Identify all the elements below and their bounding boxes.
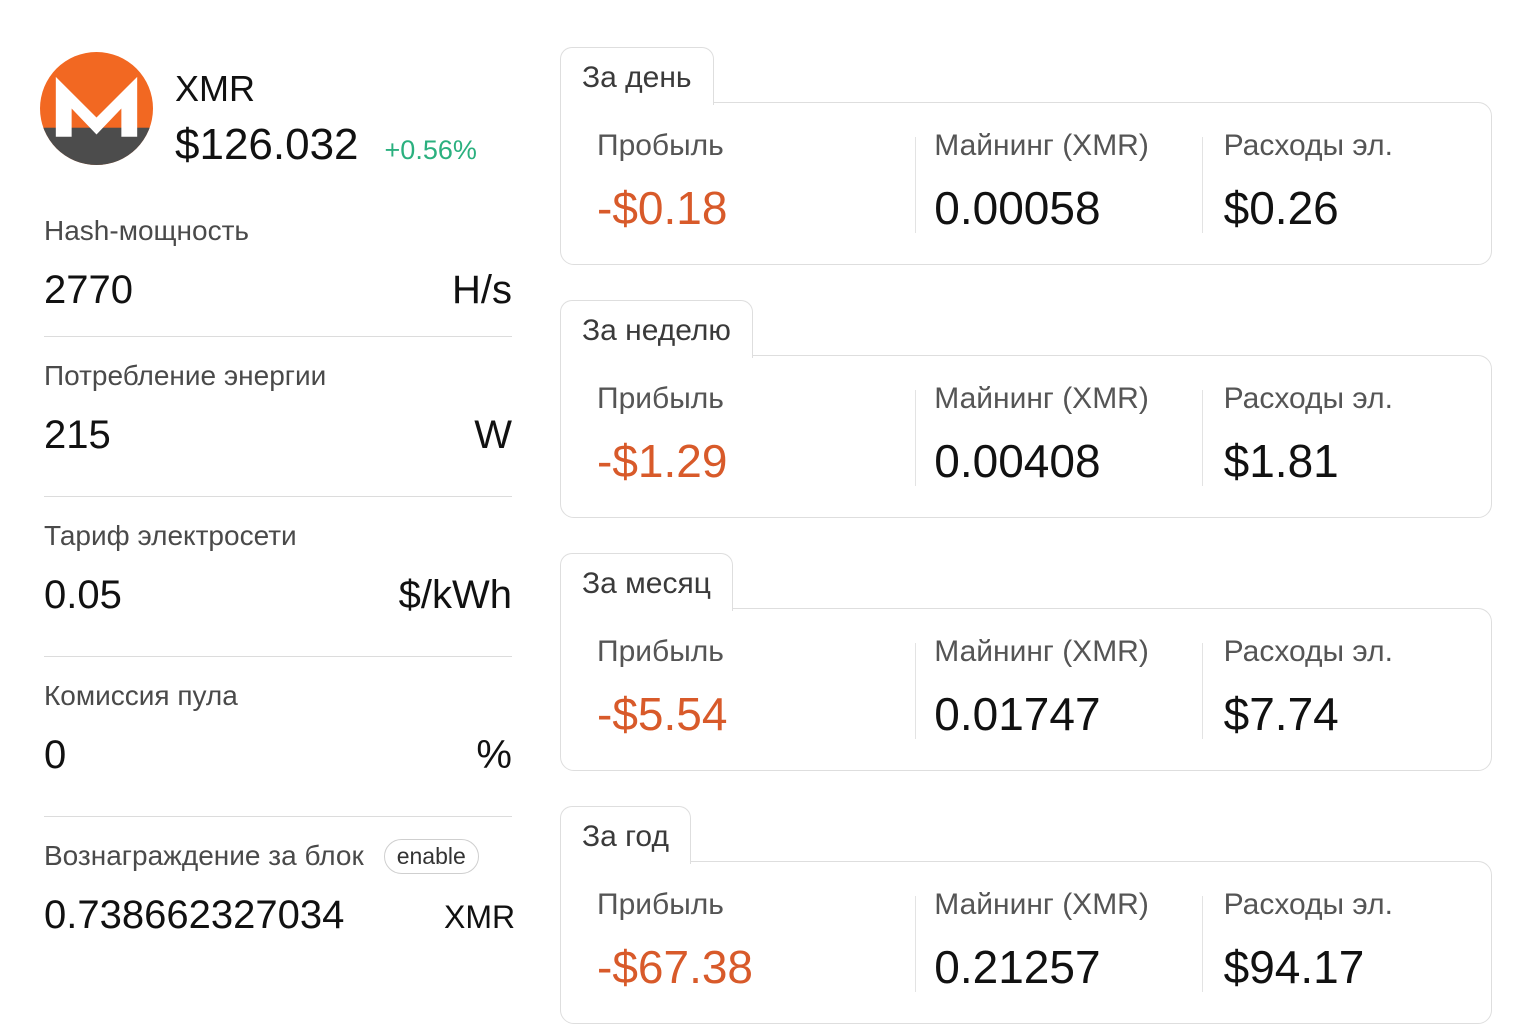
monero-logo-icon xyxy=(40,52,153,165)
electricity-cost-value: $1.81 xyxy=(1223,435,1339,487)
power-consumption-unit: W xyxy=(474,413,512,457)
mining-label: Майнинг (XMR) xyxy=(934,382,1149,415)
period-year: За год Прибыль -$67.38 Майнинг (XMR) 0.2… xyxy=(560,806,1492,1024)
block-reward-unit: XMR xyxy=(444,899,516,935)
power-consumption-input[interactable] xyxy=(44,413,384,458)
electricity-cost-value: $0.26 xyxy=(1223,182,1339,234)
mining-label: Майнинг (XMR) xyxy=(934,635,1149,668)
electricity-cost-metric: Расходы эл. $7.74 xyxy=(1201,609,1491,770)
coin-symbol: XMR xyxy=(175,68,255,109)
mining-label: Майнинг (XMR) xyxy=(934,888,1149,921)
electricity-cost-label: Расходы эл. xyxy=(1223,635,1393,668)
mining-value: 0.00058 xyxy=(934,182,1101,234)
price-row: $126.032 +0.56% xyxy=(175,120,477,170)
profit-label: Прибыль xyxy=(597,635,724,668)
power-consumption-field: Потребление энергии W xyxy=(44,337,512,497)
hashrate-label: Hash-мощность xyxy=(44,215,249,246)
profit-label: Прибыль xyxy=(597,382,724,415)
electricity-rate-unit: $/kWh xyxy=(398,573,512,617)
electricity-cost-label: Расходы эл. xyxy=(1223,382,1393,415)
hashrate-input[interactable] xyxy=(44,268,384,313)
mining-metric: Майнинг (XMR) 0.21257 xyxy=(915,862,1201,1023)
electricity-rate-label: Тариф электросети xyxy=(44,520,297,551)
mining-value: 0.01747 xyxy=(934,688,1101,740)
tab-day[interactable]: За день xyxy=(560,47,714,105)
electricity-rate-field: Тариф электросети $/kWh xyxy=(44,497,512,657)
profit-metric: Прибыль -$67.38 xyxy=(561,862,915,1023)
profit-value: -$67.38 xyxy=(597,941,754,993)
electricity-cost-label: Расходы эл. xyxy=(1223,888,1393,921)
period-month: За месяц Прибыль -$5.54 Майнинг (XMR) 0.… xyxy=(560,553,1492,806)
mining-value: 0.21257 xyxy=(934,941,1101,993)
profit-metric: Прибыль -$5.54 xyxy=(561,609,915,770)
electricity-cost-metric: Расходы эл. $0.26 xyxy=(1201,103,1491,264)
profit-metric: Прибыль -$1.29 xyxy=(561,356,915,517)
mining-metric: Майнинг (XMR) 0.00408 xyxy=(915,356,1201,517)
electricity-cost-label: Расходы эл. xyxy=(1223,129,1393,162)
tab-year[interactable]: За год xyxy=(560,806,691,864)
pool-fee-input[interactable] xyxy=(44,733,384,778)
electricity-cost-value: $7.74 xyxy=(1223,688,1339,740)
period-day: За день Пробыль -$0.18 Майнинг (XMR) 0.0… xyxy=(560,47,1492,300)
period-week-card: Прибыль -$1.29 Майнинг (XMR) 0.00408 Рас… xyxy=(560,355,1492,518)
block-reward-field: Вознаграждение за блок enable XMR xyxy=(44,817,516,977)
block-reward-input[interactable] xyxy=(44,893,444,938)
calculator-inputs-panel: XMR $126.032 +0.56% Hash-мощность H/s По… xyxy=(40,50,520,977)
profit-label: Прибыль xyxy=(597,888,724,921)
profit-value: -$0.18 xyxy=(597,182,728,234)
price-change-badge: +0.56% xyxy=(384,135,477,165)
coin-header: XMR $126.032 +0.56% xyxy=(40,50,520,190)
hashrate-field: Hash-мощность H/s xyxy=(44,190,512,337)
period-week: За неделю Прибыль -$1.29 Майнинг (XMR) 0… xyxy=(560,300,1492,553)
electricity-cost-value: $94.17 xyxy=(1223,941,1365,993)
mining-label: Майнинг (XMR) xyxy=(934,129,1149,162)
electricity-rate-input[interactable] xyxy=(44,573,384,618)
coin-info: XMR $126.032 +0.56% xyxy=(175,68,477,170)
tab-week[interactable]: За неделю xyxy=(560,300,753,358)
mining-value: 0.00408 xyxy=(934,435,1101,487)
profit-label: Пробыль xyxy=(597,129,724,162)
profit-value: -$1.29 xyxy=(597,435,728,487)
period-day-card: Пробыль -$0.18 Майнинг (XMR) 0.00058 Рас… xyxy=(560,102,1492,265)
mining-calculator: XMR $126.032 +0.56% Hash-мощность H/s По… xyxy=(0,0,1536,1024)
electricity-cost-metric: Расходы эл. $94.17 xyxy=(1201,862,1491,1023)
period-month-card: Прибыль -$5.54 Майнинг (XMR) 0.01747 Рас… xyxy=(560,608,1492,771)
mining-metric: Майнинг (XMR) 0.01747 xyxy=(915,609,1201,770)
pool-fee-label: Комиссия пула xyxy=(44,680,238,711)
power-consumption-label: Потребление энергии xyxy=(44,360,327,391)
pool-fee-field: Комиссия пула % xyxy=(44,657,512,817)
coin-price: $126.032 xyxy=(175,120,359,169)
period-year-card: Прибыль -$67.38 Майнинг (XMR) 0.21257 Ра… xyxy=(560,861,1492,1024)
profit-metric: Пробыль -$0.18 xyxy=(561,103,915,264)
hashrate-unit: H/s xyxy=(452,268,512,312)
mining-metric: Майнинг (XMR) 0.00058 xyxy=(915,103,1201,264)
profit-value: -$5.54 xyxy=(597,688,728,740)
pool-fee-unit: % xyxy=(476,733,512,777)
block-reward-label: Вознаграждение за блок xyxy=(44,840,364,871)
tab-month[interactable]: За месяц xyxy=(560,553,733,611)
profit-results-panel: За день Пробыль -$0.18 Майнинг (XMR) 0.0… xyxy=(560,47,1492,1024)
block-reward-enable-toggle[interactable]: enable xyxy=(383,838,479,874)
electricity-cost-metric: Расходы эл. $1.81 xyxy=(1201,356,1491,517)
